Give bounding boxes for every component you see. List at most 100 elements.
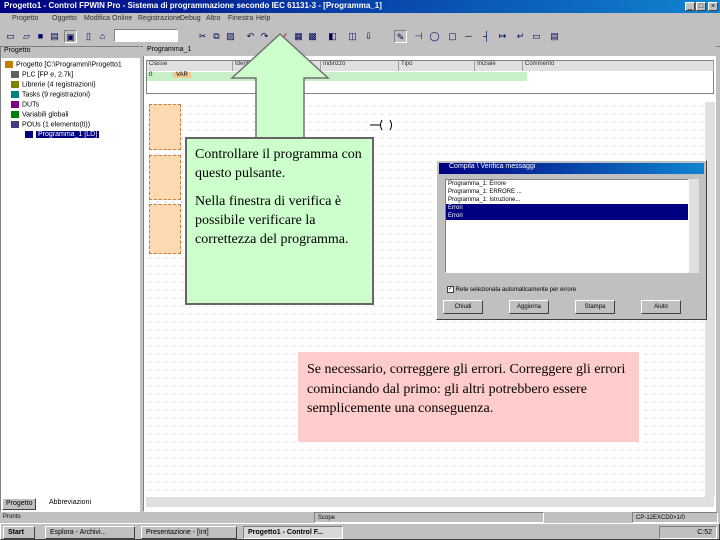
menu-online[interactable]: Online bbox=[112, 15, 132, 22]
ladder-rung-1[interactable] bbox=[149, 104, 181, 150]
taskbar: Start Esplora - Archivi... Presentazione… bbox=[0, 523, 720, 540]
refresh-button[interactable]: Aggiorna bbox=[509, 300, 549, 314]
ladder-rung-2[interactable] bbox=[149, 155, 181, 200]
pou-selector-combo[interactable] bbox=[114, 29, 178, 42]
menu-finestra[interactable]: Finestra bbox=[228, 15, 253, 22]
compile-dialog: Compila \ Verifica messaggi Programma_1:… bbox=[436, 160, 707, 320]
tab-progetto[interactable]: Progetto bbox=[2, 498, 37, 510]
minimize-button[interactable]: _ bbox=[685, 2, 695, 11]
project-icon bbox=[5, 61, 13, 68]
monitor-icon[interactable]: ◫ bbox=[346, 30, 359, 43]
close-button[interactable]: × bbox=[708, 2, 718, 11]
system-tray: C:52 bbox=[659, 526, 717, 539]
menu-progetto[interactable]: Progetto bbox=[12, 15, 38, 22]
callout-fix-errors: Se necessario, correggere gli errori. Co… bbox=[298, 352, 639, 442]
tasks-icon bbox=[11, 91, 19, 98]
status-bar: Pronto Scope CP-12EXCD0>1/0 bbox=[0, 512, 720, 523]
branch-icon[interactable]: ┤ bbox=[480, 30, 493, 43]
menu-oggetto[interactable]: Oggetto bbox=[52, 15, 77, 22]
tree-item-project[interactable]: Progetto [C:\Programmi\Progetto1 bbox=[5, 61, 122, 68]
coil-icon[interactable]: ◯ bbox=[428, 30, 441, 43]
editor-title-bar: Programma_1 bbox=[143, 45, 716, 56]
auto-select-checkbox-row[interactable]: ✓ Rete selezionata automaticamente per e… bbox=[447, 286, 576, 293]
taskbar-item-fpwin[interactable]: Progetto1 - Control F... bbox=[243, 526, 343, 539]
callout-check-button: Controllare il programma con questo puls… bbox=[185, 137, 374, 305]
callout-check-line2: Nella finestra di verifica è possibile v… bbox=[195, 194, 349, 247]
new-icon[interactable]: ▭ bbox=[4, 30, 17, 43]
menu-registrazione[interactable]: Registrazione bbox=[138, 15, 181, 22]
ladder-rung-3[interactable] bbox=[149, 204, 181, 254]
decl-row-index: 0 bbox=[149, 72, 153, 78]
toolbar: ▭ ▱ ■ ▤ ▣ ▯ ⌂ ✂ ⧉ ▨ ↶ ↷ ✓ ▦ ▩ ◧ ◫ ⇩ ✎ ⊣ … bbox=[0, 27, 720, 47]
editor-title: Programma_1 bbox=[147, 46, 192, 53]
cut-icon[interactable]: ✂ bbox=[196, 30, 209, 43]
tree-item-duts[interactable]: DUTs bbox=[11, 101, 39, 108]
menu-help[interactable]: Help bbox=[256, 15, 270, 22]
decl-header-class: Classe bbox=[147, 61, 233, 71]
menu-modifica[interactable]: Modifica bbox=[84, 15, 110, 22]
dut-icon bbox=[11, 101, 19, 108]
clock: C:52 bbox=[697, 529, 712, 536]
tool-icon[interactable]: ⌂ bbox=[96, 30, 109, 43]
message-item[interactable]: Programma_1: Istruzione... bbox=[446, 196, 688, 204]
title-bar: Progetto1 - Control FPWIN Pro - Sistema … bbox=[0, 0, 720, 13]
decl-row[interactable]: 0 VAR bbox=[147, 72, 527, 81]
tree-item-globals[interactable]: Variabili globali bbox=[11, 111, 69, 118]
taskbar-item-explorer[interactable]: Esplora - Archivi... bbox=[45, 526, 135, 539]
copy-icon[interactable]: ⧉ bbox=[210, 30, 223, 43]
message-list[interactable]: Programma_1: Errore Programma_1: ERRORE … bbox=[445, 179, 689, 273]
message-item-selected[interactable]: Errori bbox=[446, 212, 688, 220]
auto-select-checkbox[interactable]: ✓ bbox=[447, 286, 454, 293]
plc-icon bbox=[11, 71, 19, 78]
save-icon[interactable]: ■ bbox=[34, 30, 47, 43]
message-list-scrollbar[interactable] bbox=[689, 179, 699, 273]
project-panel-tabs: Progetto Abbreviazioni bbox=[0, 497, 140, 511]
print-button[interactable]: Stampa bbox=[575, 300, 615, 314]
tree-item-tasks[interactable]: Tasks (9 registrazioni) bbox=[11, 91, 90, 98]
library-icon bbox=[11, 81, 19, 88]
ladder-horizontal-scrollbar[interactable] bbox=[146, 497, 714, 507]
callout-check-line1: Controllare il programma con questo puls… bbox=[195, 147, 362, 181]
label-icon[interactable]: ▭ bbox=[530, 30, 543, 43]
download-icon[interactable]: ⇩ bbox=[362, 30, 375, 43]
decl-row-class: VAR bbox=[173, 72, 191, 78]
return-icon[interactable]: ↵ bbox=[514, 30, 527, 43]
tree-item-pous[interactable]: POUs (1 elemento(ti)) bbox=[11, 121, 90, 128]
taskbar-item-presentation[interactable]: Presentazione - [Int] bbox=[141, 526, 237, 539]
decl-header-address: Indirizzo bbox=[321, 61, 399, 71]
menu-altro[interactable]: Altro bbox=[206, 15, 220, 22]
pou-folder-icon bbox=[11, 121, 19, 128]
edit-icon[interactable]: ✎ bbox=[394, 30, 407, 43]
status-ready: Pronto bbox=[3, 514, 21, 520]
project-panel: Progetto Progetto [C:\Programmi\Progetto… bbox=[0, 46, 141, 512]
tab-abbreviazioni[interactable]: Abbreviazioni bbox=[46, 498, 94, 510]
ladder-coil[interactable] bbox=[370, 118, 400, 132]
message-item[interactable]: Programma_1: Errore bbox=[446, 180, 688, 188]
status-plc: CP-12EXCD0>1/0 bbox=[632, 512, 718, 523]
help-button[interactable]: Aiuto bbox=[641, 300, 681, 314]
maximize-button[interactable]: □ bbox=[696, 2, 706, 11]
compile-dialog-title: Compila \ Verifica messaggi bbox=[439, 163, 704, 174]
globals-icon bbox=[11, 111, 19, 118]
message-item-selected[interactable]: Errori bbox=[446, 204, 688, 212]
close-dialog-button[interactable]: Chiudi bbox=[443, 300, 483, 314]
arrow-callout-pointer bbox=[230, 32, 330, 141]
start-button[interactable]: Start bbox=[3, 526, 35, 539]
window-title: Progetto1 - Control FPWIN Pro - Sistema … bbox=[4, 1, 382, 10]
tree-item-libraries[interactable]: Librerie (4 registrazioni) bbox=[11, 81, 96, 88]
pou-icon[interactable]: ▣ bbox=[64, 30, 77, 43]
open-icon[interactable]: ▱ bbox=[20, 30, 33, 43]
contact-icon[interactable]: ⊣ bbox=[412, 30, 425, 43]
line-icon[interactable]: ─ bbox=[462, 30, 475, 43]
tree-item-programma-1[interactable]: Programma_1 [LD] bbox=[25, 131, 100, 139]
message-item[interactable]: Programma_1: ERRORE ... bbox=[446, 188, 688, 196]
menu-debug[interactable]: Debug bbox=[180, 15, 201, 22]
jump-icon[interactable]: ↦ bbox=[496, 30, 509, 43]
decl-header-type: Tipo bbox=[399, 61, 475, 71]
print-icon[interactable]: ▤ bbox=[48, 30, 61, 43]
box-icon[interactable]: ▢ bbox=[446, 30, 459, 43]
tree-item-plc[interactable]: PLC [FP e, 2.7k] bbox=[11, 71, 73, 78]
comment-icon[interactable]: ▤ bbox=[548, 30, 561, 43]
callout-fix-errors-text: Se necessario, correggere gli errori. Co… bbox=[307, 362, 626, 416]
document-icon[interactable]: ▯ bbox=[82, 30, 95, 43]
